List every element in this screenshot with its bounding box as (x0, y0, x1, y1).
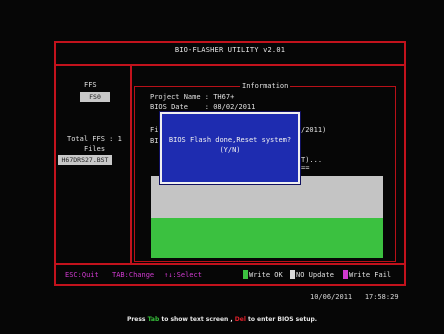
file-list-item[interactable]: H67DRS27.BST (58, 155, 112, 165)
status-date: 10/06/2011 (310, 293, 353, 301)
boot-footer-hint: Press Tab to show text screen , Del to e… (0, 316, 444, 323)
dialog-message: BIOS Flash done,Reset system? (168, 136, 292, 144)
information-label: Information (240, 82, 291, 90)
project-name-line: Project Name : TH67+ (150, 93, 235, 101)
write-ok-swatch (243, 270, 248, 279)
footer-middle: to show text screen , (159, 316, 235, 323)
footer-prefix: Press (126, 316, 148, 323)
ffs-label: FFS (84, 81, 97, 89)
partial-info-line-start: Fi (150, 126, 159, 134)
write-ok-legend: Write OK (249, 271, 283, 279)
status-time: 17:58:29 (364, 293, 399, 301)
column-divider (130, 65, 132, 264)
files-label: Files (84, 145, 106, 153)
partial-bios-line-start: BI (150, 137, 159, 145)
partial-status-line-end: T)... (301, 156, 323, 164)
no-update-swatch (290, 270, 295, 279)
partial-info-line-end: /2011) (301, 126, 327, 134)
dialog-yes-no-prompt[interactable]: (Y/N) (162, 146, 298, 154)
arrow-select-hint: ↑↓:Select (164, 271, 202, 279)
ffs-selector[interactable]: FS0 (80, 92, 110, 102)
esc-quit-hint: ESC:Quit (65, 271, 99, 279)
tab-change-hint: TAB:Change (112, 271, 155, 279)
write-fail-legend: Write Fail (349, 271, 392, 279)
flash-blocks-written (151, 218, 383, 258)
footer-tab-key: Tab (147, 316, 160, 323)
title-divider (54, 64, 406, 66)
status-datetime: 10/06/2011 17:58:29 (310, 293, 399, 301)
bios-date-line: BIOS Date : 08/02/2011 (150, 103, 256, 111)
bios-screen: BIO-FLASHER UTILITY v2.01 FFS FS0 Total … (0, 0, 444, 334)
utility-title: BIO-FLASHER UTILITY v2.01 (174, 46, 286, 54)
total-ffs-count: Total FFS : 1 (67, 135, 122, 143)
no-update-legend: NO Update (296, 271, 334, 279)
write-fail-swatch (343, 270, 348, 279)
reset-confirm-dialog[interactable]: BIOS Flash done,Reset system? (Y/N) (159, 111, 301, 185)
partial-separator-line: == (301, 164, 310, 172)
footer-divider (54, 263, 406, 265)
footer-del-key: Del (234, 316, 246, 323)
footer-suffix: to enter BIOS setup. (245, 316, 318, 323)
